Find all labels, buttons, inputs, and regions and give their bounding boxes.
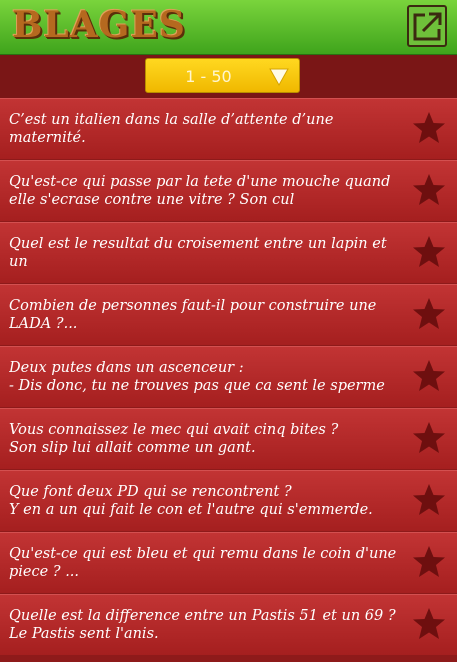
favorite-star-icon[interactable] [411,296,447,332]
joke-text: Vous connaissez le mec qui avait cinq bi… [9,422,339,456]
share-button[interactable] [407,5,447,47]
joke-row[interactable]: C’est un italien dans la salle d’attente… [0,98,457,159]
favorite-star-icon[interactable] [411,110,447,146]
favorite-star-icon[interactable] [411,544,447,580]
joke-text: Quel est le resultat du croisement entre… [9,236,387,273]
favorite-star-icon[interactable] [411,358,447,394]
joke-text: Deux putes dans un ascenceur : - Dis don… [9,360,385,397]
app-logo: BLAGES [12,4,186,46]
joke-text: Que font deux PD qui se rencontrent ? Y … [9,484,373,518]
app-header: BLAGES [0,0,457,55]
joke-text: Combien de personnes faut-il pour constr… [9,298,377,332]
joke-row[interactable]: Que font deux PD qui se rencontrent ? Y … [0,470,457,531]
joke-text: Qu'est-ce qui est bleu et qui remu dans … [9,546,397,580]
joke-row[interactable]: Vous connaissez le mec qui avait cinq bi… [0,408,457,469]
page-range-label: 1 - 50 [185,67,232,86]
favorite-star-icon[interactable] [411,234,447,270]
joke-list: C’est un italien dans la salle d’attente… [0,98,457,656]
joke-row[interactable]: Quelle est la difference entre un Pastis… [0,594,457,655]
share-external-icon [413,12,442,41]
favorite-star-icon[interactable] [411,420,447,456]
favorite-star-icon[interactable] [411,606,447,642]
joke-row[interactable]: Quel est le resultat du croisement entre… [0,222,457,283]
triangle-down-icon [269,68,289,86]
joke-text: Qu'est-ce qui passe par la tete d'une mo… [9,174,391,208]
joke-row[interactable]: Combien de personnes faut-il pour constr… [0,284,457,345]
joke-text: C’est un italien dans la salle d’attente… [9,112,334,149]
favorite-star-icon[interactable] [411,482,447,518]
joke-row[interactable]: Qu'est-ce qui est bleu et qui remu dans … [0,532,457,593]
joke-text: Quelle est la difference entre un Pastis… [9,608,396,642]
joke-row[interactable]: Qu'est-ce qui passe par la tete d'une mo… [0,160,457,221]
favorite-star-icon[interactable] [411,172,447,208]
joke-row[interactable]: Deux putes dans un ascenceur : - Dis don… [0,346,457,407]
page-range-dropdown[interactable]: 1 - 50 [145,58,300,93]
